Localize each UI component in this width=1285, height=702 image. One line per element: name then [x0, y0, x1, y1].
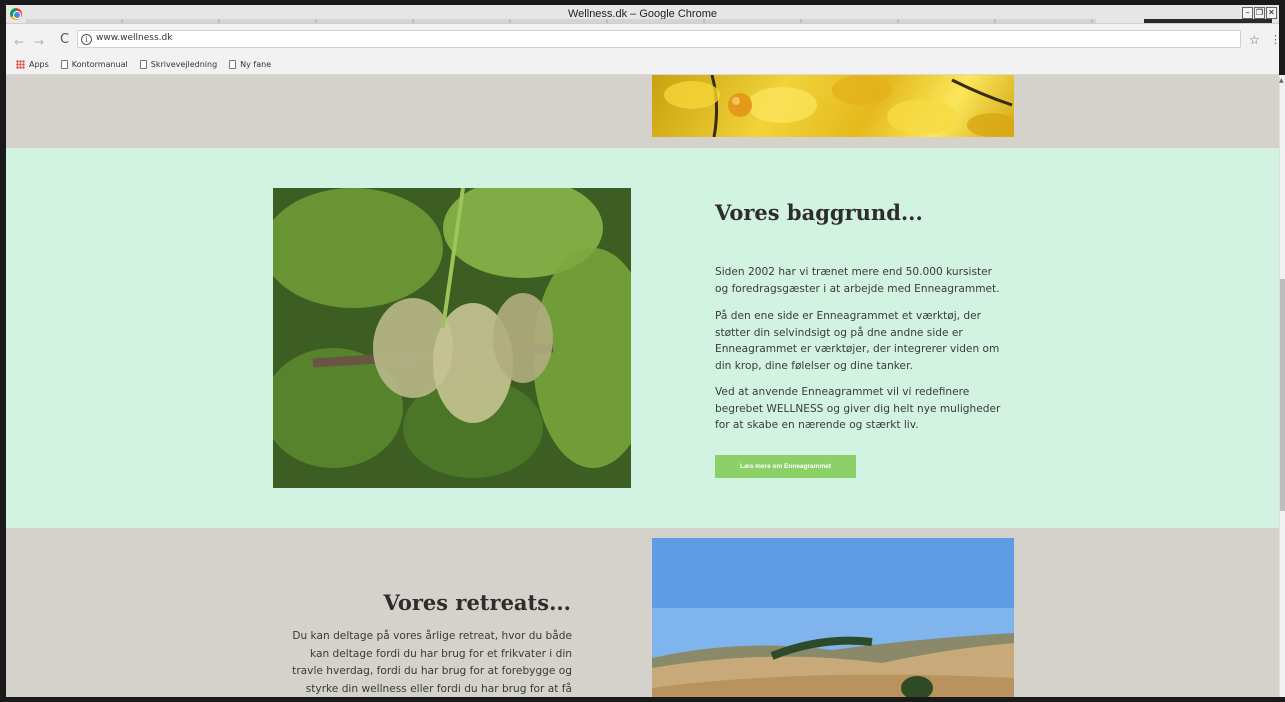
title-bar: Wellness.dk – Google Chrome – ❐ ✕ [6, 5, 1279, 24]
top-section [6, 75, 1279, 148]
bookmark-ny-fane[interactable]: Ny fane [229, 60, 271, 69]
scroll-up-arrow-icon[interactable]: ▲ [1279, 77, 1284, 84]
reload-icon[interactable]: C [60, 32, 69, 47]
ginkgo-flower-image [273, 188, 631, 488]
retreats-heading: Vores retreats... [383, 590, 571, 615]
scrollbar-thumb[interactable] [1280, 279, 1285, 511]
bookmark-label: Apps [29, 60, 49, 69]
bookmarks-bar: Apps Kontormanual Skrivevejledning Ny fa… [6, 55, 1279, 75]
page-icon [229, 60, 237, 69]
read-more-enneagram-button[interactable]: Læs mere om Enneagrammet [715, 455, 856, 478]
tab-strip [26, 19, 1096, 23]
retreats-paragraph: Du kan deltage på vores årlige retreat, … [292, 630, 572, 695]
background-section: Vores baggrund... Siden 2002 har vi træn… [6, 148, 1279, 528]
bookmark-label: Skrivevejledning [150, 60, 218, 69]
back-arrow-icon[interactable]: ← [14, 35, 24, 49]
info-icon[interactable]: i [81, 34, 92, 45]
bookmark-skrivevejledning[interactable]: Skrivevejledning [139, 60, 218, 69]
apps-grid-icon [16, 60, 25, 69]
bookmark-star-icon[interactable]: ☆ [1249, 33, 1260, 47]
bookmark-label: Ny fane [240, 60, 272, 69]
forward-arrow-icon[interactable]: → [34, 35, 44, 49]
browser-window: Wellness.dk – Google Chrome – ❐ ✕ ← → C … [0, 0, 1285, 702]
active-tab-indicator [1144, 19, 1272, 23]
bookmark-apps[interactable]: Apps [16, 60, 49, 69]
landscape-image [652, 538, 1014, 697]
background-heading: Vores baggrund... [715, 200, 923, 225]
page-icon [139, 60, 147, 69]
url-text[interactable]: www.wellness.dk [96, 33, 172, 43]
window-controls: – ❐ ✕ [1242, 7, 1277, 19]
background-paragraph-3: Ved at anvende Enneagrammet vil vi redef… [715, 386, 1001, 431]
bookmark-kontormanual[interactable]: Kontormanual [60, 60, 128, 69]
background-paragraph-1: Siden 2002 har vi trænet mere end 50.000… [715, 266, 1000, 295]
address-bar[interactable]: i www.wellness.dk [77, 30, 1241, 48]
vertical-scrollbar[interactable]: ▲ [1279, 75, 1285, 697]
background-paragraph-2: På den ene side er Enneagrammet et værkt… [715, 310, 1000, 372]
close-button[interactable]: ✕ [1266, 7, 1277, 19]
menu-dots-icon[interactable]: ⋮ [1270, 33, 1281, 46]
minimize-button[interactable]: – [1242, 7, 1253, 19]
page-icon [60, 60, 68, 69]
browser-toolbar: ← → C i www.wellness.dk ☆ ⋮ [6, 24, 1281, 55]
bookmark-label: Kontormanual [71, 60, 128, 69]
page-viewport: Vores baggrund... Siden 2002 har vi træn… [6, 75, 1279, 697]
ginkgo-leaves-image [652, 75, 1014, 137]
maximize-button[interactable]: ❐ [1254, 7, 1265, 19]
retreats-section: Vores retreats... Du kan deltage på vore… [6, 528, 1279, 697]
